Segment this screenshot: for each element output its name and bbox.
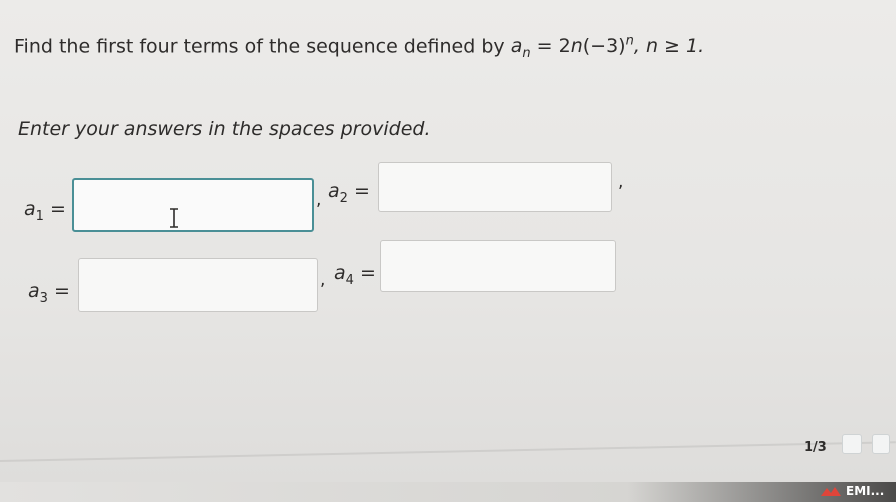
text-cursor-icon [170,208,178,228]
separator-comma: , [618,172,624,192]
app-icon[interactable] [820,484,842,498]
page-counter: 1/3 [804,440,827,455]
answer-input-a4[interactable] [380,240,616,292]
question-text: Find the first four terms of the sequenc… [14,34,705,62]
taskbar [0,482,896,502]
separator-comma: , [320,270,326,290]
page-nav-button[interactable] [842,434,862,454]
label-a1: a1 = [24,198,66,224]
separator-comma: , [316,190,322,210]
answer-input-a1[interactable] [72,178,314,232]
label-a3: a3 = [28,280,70,306]
instruction-text: Enter your answers in the spaces provide… [18,118,431,140]
taskbar-app-label[interactable]: EMI... [846,484,884,498]
label-a2: a2 = [328,180,370,206]
label-a4: a4 = [334,262,376,288]
answer-input-a3[interactable] [78,258,318,312]
answer-input-a2[interactable] [378,162,612,212]
page-nav-button-next[interactable] [872,434,890,454]
sequence-formula: an = 2n(−3)n, n ≥ 1. [510,34,705,62]
